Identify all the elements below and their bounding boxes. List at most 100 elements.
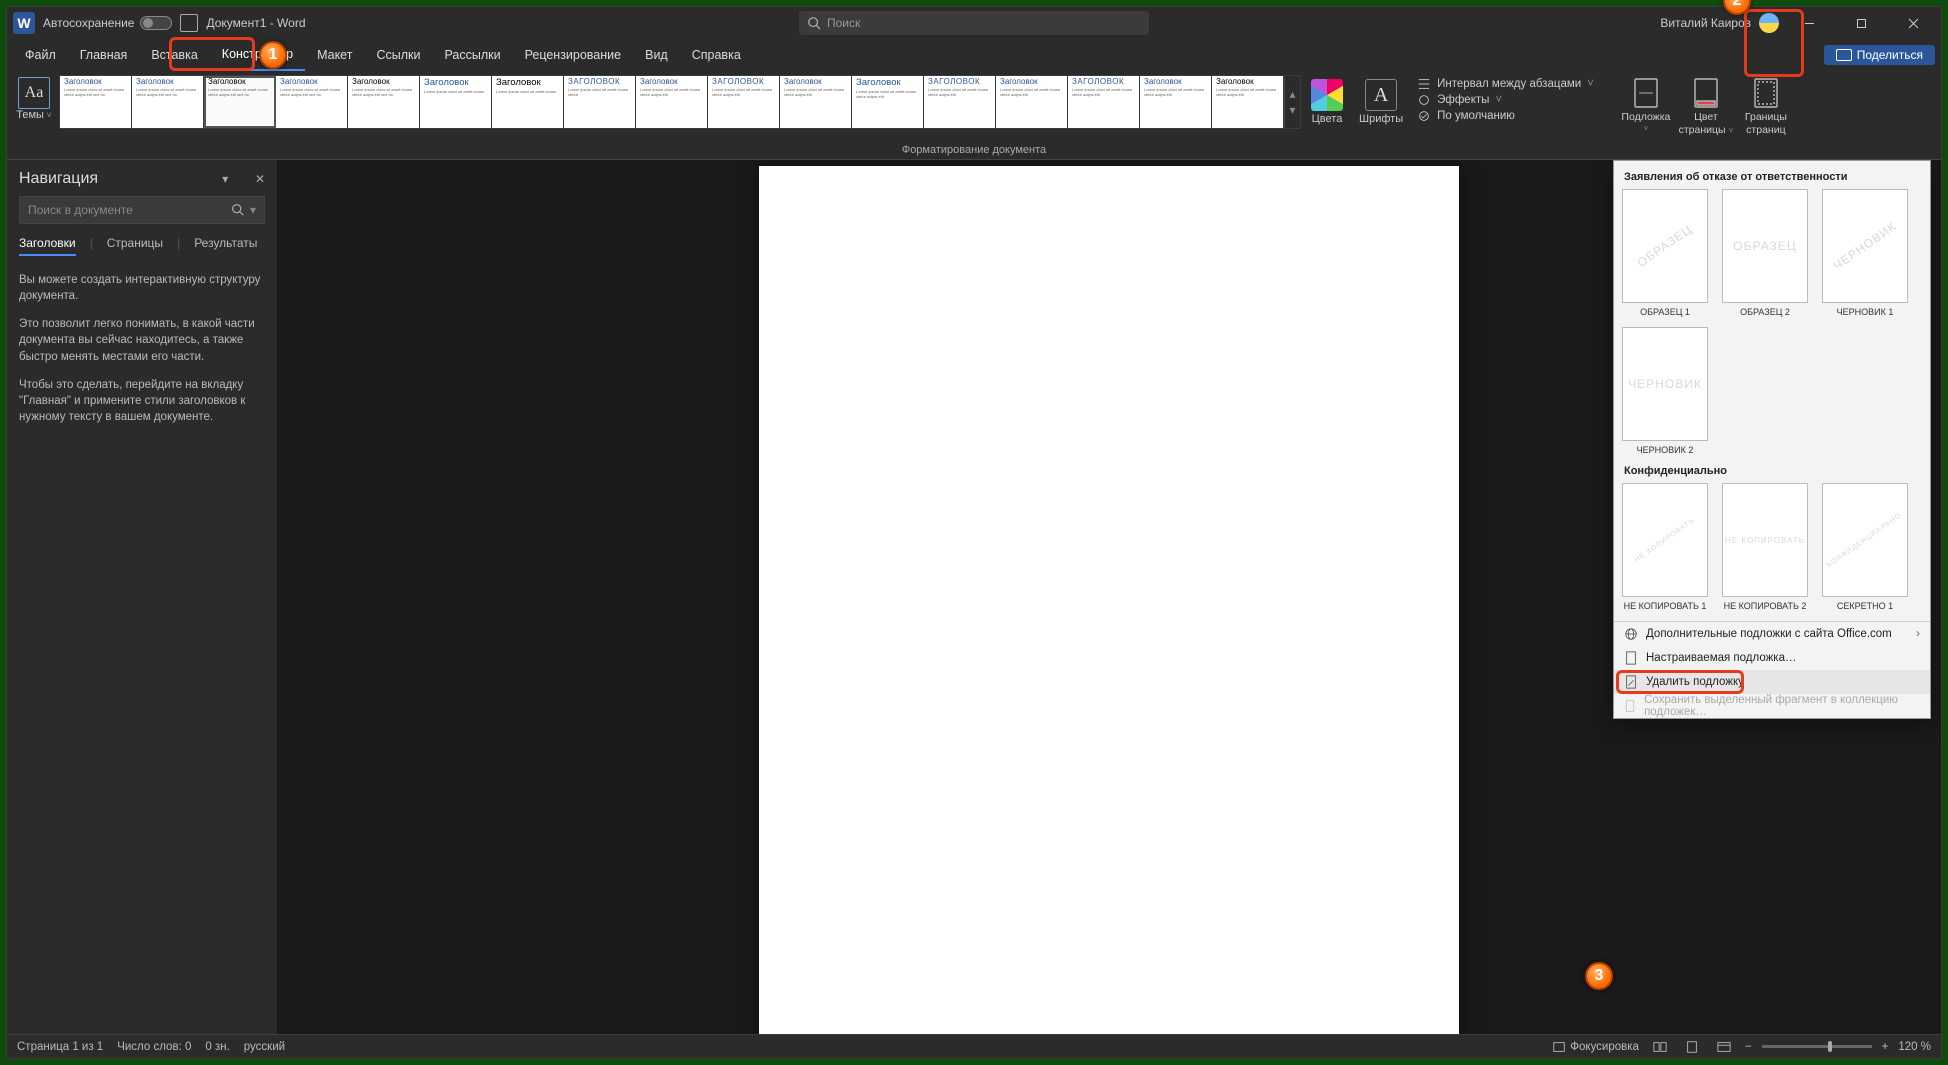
tab-view[interactable]: Вид: [633, 39, 680, 71]
watermark-item[interactable]: НЕ КОПИРОВАТЬ НЕ КОПИРОВАТЬ 1: [1622, 483, 1708, 611]
autosave[interactable]: Автосохранение: [43, 16, 172, 30]
zoom-level[interactable]: 120 %: [1898, 1041, 1931, 1053]
watermark-thumb: КОНФИДЕНЦИАЛЬНО: [1822, 483, 1908, 597]
style-thumb[interactable]: ЗаголовокLorem ipsum dolor sit amet cons…: [780, 76, 852, 128]
tab-file[interactable]: Файл: [13, 39, 68, 71]
watermark-item[interactable]: ОБРАЗЕЦОБРАЗЕЦ 1: [1622, 189, 1708, 317]
watermark-item[interactable]: КОНФИДЕНЦИАЛЬНОСЕКРЕТНО 1: [1822, 483, 1908, 611]
search-box[interactable]: Поиск: [799, 11, 1149, 35]
style-thumb[interactable]: ЗаголовокLorem ipsum dolor sit amet cons…: [924, 76, 996, 128]
watermark-item[interactable]: НЕ КОПИРОВАТЬНЕ КОПИРОВАТЬ 2: [1722, 483, 1808, 611]
wm-section-disclaimers: Заявления об отказе от ответственности: [1624, 171, 1920, 183]
style-thumb[interactable]: ЗаголовокLorem ipsum dolor sit amet cons…: [996, 76, 1068, 128]
watermark-caption: ЧЕРНОВИК 2: [1637, 445, 1694, 455]
style-thumb[interactable]: ЗаголовокLorem ipsum dolor sit amet cons…: [1212, 76, 1284, 128]
style-thumb[interactable]: ЗаголовокLorem ipsum dolor sit amet cons…: [564, 76, 636, 128]
style-thumb[interactable]: ЗаголовокLorem ipsum dolor sit amet cons…: [276, 76, 348, 128]
status-chars[interactable]: 0 зн.: [205, 1041, 229, 1053]
watermark-item[interactable]: ЧЕРНОВИКЧЕРНОВИК 1: [1822, 189, 1908, 317]
themes-button[interactable]: Aa Темы: [13, 75, 55, 121]
focus-mode[interactable]: Фокусировка: [1552, 1040, 1639, 1054]
page-borders-button[interactable]: Границыстраниц: [1738, 75, 1794, 136]
nav-search[interactable]: Поиск в документе ▾: [19, 196, 265, 224]
status-page[interactable]: Страница 1 из 1: [17, 1041, 103, 1053]
style-thumb[interactable]: ЗаголовокLorem ipsum dolor sit amet cons…: [348, 76, 420, 128]
tab-references[interactable]: Ссылки: [364, 39, 432, 71]
style-thumb[interactable]: ЗаголовокLorem ipsum dolor sit amet cons…: [1068, 76, 1140, 128]
zoom-in[interactable]: +: [1882, 1041, 1889, 1053]
wm-custom[interactable]: Настраиваемая подложка…: [1614, 646, 1930, 670]
minimize-button[interactable]: [1787, 7, 1831, 39]
style-thumb[interactable]: ЗаголовокLorem ipsum dolor sit amet cons…: [1140, 76, 1212, 128]
paragraph-spacing[interactable]: Интервал между абзацами ˅: [1417, 77, 1594, 91]
watermark-thumb: ЧЕРНОВИК: [1822, 189, 1908, 303]
style-thumb[interactable]: ЗаголовокLorem ipsum dolor sit amet cons…: [636, 76, 708, 128]
nav-tabs: Заголовки | Страницы | Результаты: [19, 232, 265, 260]
watermark-thumb: ЧЕРНОВИК: [1622, 327, 1708, 441]
close-button[interactable]: [1891, 7, 1935, 39]
user-name[interactable]: Виталий Каиров: [1660, 16, 1751, 30]
tab-mailings[interactable]: Рассылки: [432, 39, 512, 71]
colors-icon: [1311, 79, 1343, 111]
tab-help[interactable]: Справка: [680, 39, 753, 71]
nav-tab-results[interactable]: Результаты: [194, 236, 257, 256]
wm-more-office[interactable]: Дополнительные подложки с сайта Office.c…: [1614, 622, 1930, 646]
share-button[interactable]: Поделиться: [1824, 45, 1935, 65]
tab-review[interactable]: Рецензирование: [513, 39, 634, 71]
status-language[interactable]: русский: [244, 1041, 285, 1053]
view-read-icon[interactable]: [1649, 1038, 1671, 1056]
view-web-icon[interactable]: [1713, 1038, 1735, 1056]
style-thumb[interactable]: ЗаголовокLorem ipsum dolor sit amet cons…: [60, 76, 132, 128]
style-thumb[interactable]: ЗаголовокLorem ipsum dolor sit amet cons…: [420, 76, 492, 128]
zoom-slider[interactable]: [1762, 1045, 1872, 1048]
watermark-item[interactable]: ЧЕРНОВИК ЧЕРНОВИК 2: [1622, 327, 1708, 455]
fonts-button[interactable]: A Шрифты: [1353, 75, 1409, 126]
watermark-thumb: НЕ КОПИРОВАТЬ: [1722, 483, 1808, 597]
style-thumb[interactable]: ЗаголовокLorem ipsum dolor sit amet cons…: [132, 76, 204, 128]
watermark-caption: НЕ КОПИРОВАТЬ 1: [1624, 601, 1707, 611]
watermark-item[interactable]: ОБРАЗЕЦОБРАЗЕЦ 2: [1722, 189, 1808, 317]
wm-remove[interactable]: Удалить подложку: [1614, 670, 1930, 694]
nav-tab-headings[interactable]: Заголовки: [19, 236, 76, 256]
watermark-thumb: НЕ КОПИРОВАТЬ: [1622, 483, 1708, 597]
autosave-label: Автосохранение: [43, 16, 134, 30]
document-title: Документ1 - Word: [206, 16, 305, 30]
save-icon[interactable]: [180, 14, 198, 32]
tab-layout[interactable]: Макет: [305, 39, 364, 71]
zoom-out[interactable]: −: [1745, 1041, 1752, 1053]
page-color-icon: [1692, 77, 1720, 109]
ribbon-options: Интервал между абзацами ˅ Эффекты ˅ По у…: [1413, 75, 1598, 125]
nav-close-icon[interactable]: ✕: [255, 172, 265, 186]
ribbon-group-caption: Форматирование документа: [7, 140, 1941, 159]
nav-dropdown-icon[interactable]: ▾: [222, 172, 228, 186]
style-thumb[interactable]: ЗаголовокLorem ipsum dolor sit amet cons…: [852, 76, 924, 128]
style-thumb[interactable]: ЗаголовокLorem ipsum dolor sit amet cons…: [708, 76, 780, 128]
watermark-dropdown: Заявления об отказе от ответственности О…: [1613, 160, 1931, 719]
watermark-button[interactable]: Подложка ˅: [1618, 75, 1674, 133]
nav-tab-pages[interactable]: Страницы: [107, 236, 163, 256]
gallery-expand[interactable]: ▴▾: [1284, 76, 1300, 128]
page-icon: [1624, 651, 1638, 665]
colors-button[interactable]: Цвета: [1305, 75, 1349, 126]
maximize-button[interactable]: [1839, 7, 1883, 39]
style-thumb[interactable]: ЗаголовокLorem ipsum dolor sit amet cons…: [492, 76, 564, 128]
tab-home[interactable]: Главная: [68, 39, 140, 71]
ribbon-design: Aa Темы ЗаголовокLorem ipsum dolor sit a…: [7, 71, 1941, 160]
page-color-button[interactable]: Цветстраницы ˅: [1678, 75, 1734, 136]
page-borders-icon: [1752, 77, 1780, 109]
nav-message-2: Это позволит легко понимать, в какой час…: [19, 316, 265, 364]
word-logo-icon: W: [13, 12, 35, 34]
view-print-icon[interactable]: [1681, 1038, 1703, 1056]
tab-design[interactable]: Конструктор: [210, 39, 305, 71]
avatar-icon[interactable]: [1759, 13, 1779, 33]
callout-1: 1: [259, 41, 287, 69]
set-default[interactable]: По умолчанию: [1417, 109, 1594, 123]
page-canvas[interactable]: [759, 166, 1459, 1034]
style-thumb[interactable]: ЗаголовокLorem ipsum dolor sit amet cons…: [204, 76, 276, 128]
status-words[interactable]: Число слов: 0: [117, 1041, 191, 1053]
search-placeholder: Поиск: [827, 16, 860, 30]
autosave-toggle[interactable]: [140, 16, 172, 30]
tab-insert[interactable]: Вставка: [139, 39, 209, 71]
effects-button[interactable]: Эффекты ˅: [1417, 93, 1594, 107]
style-set-gallery[interactable]: ЗаголовокLorem ipsum dolor sit amet cons…: [59, 75, 1301, 129]
